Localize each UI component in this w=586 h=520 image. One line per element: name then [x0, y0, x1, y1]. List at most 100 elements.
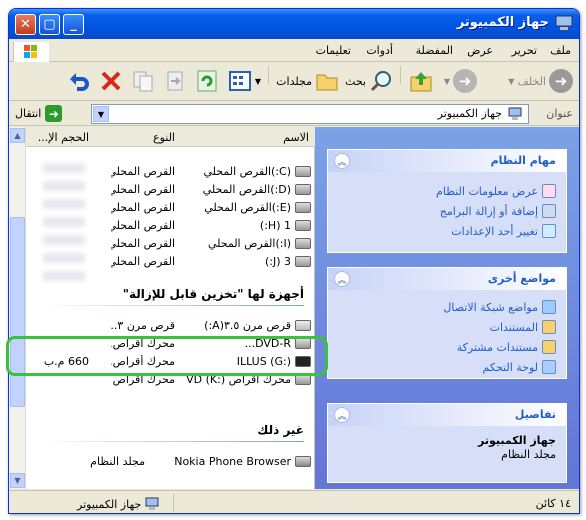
- maximize-button[interactable]: ▢: [39, 14, 60, 35]
- refresh-icon: [197, 70, 217, 92]
- collapse-chevron-icon[interactable]: ︽: [334, 407, 350, 423]
- collapse-chevron-icon[interactable]: ︽: [334, 153, 350, 169]
- move-to-button[interactable]: [163, 69, 187, 93]
- sync-button[interactable]: [195, 69, 219, 93]
- copy-to-button[interactable]: [131, 69, 155, 93]
- system-tasks-panel: مهام النظام ︽ عرض معلومات النظام إضافة أو…: [327, 149, 567, 253]
- folders-button[interactable]: مجلدات: [276, 69, 339, 93]
- add-remove-programs-link[interactable]: إضافة أو إزالة البرامج: [440, 204, 556, 218]
- table-row[interactable]: (D:)القرص المحلي القرص المحلي: [26, 181, 315, 199]
- up-button[interactable]: [409, 69, 433, 93]
- delete-button[interactable]: [99, 69, 123, 93]
- table-row[interactable]: (C:)القرص المحلي القرص المحلي: [26, 163, 315, 181]
- table-row[interactable]: (E:)القرص المحلي القرص المحلي: [26, 199, 315, 217]
- drive-name: 1 (H:): [259, 219, 291, 232]
- folder-icon: [316, 74, 338, 91]
- move-icon: [167, 71, 183, 91]
- menu-file[interactable]: ملف: [550, 44, 571, 57]
- vertical-scrollbar[interactable]: ▲ ▼: [9, 127, 26, 489]
- column-headers: الاسم النوع الحجم الإ...: [26, 127, 315, 147]
- menu-view[interactable]: عرض: [467, 44, 493, 57]
- details-header[interactable]: تفاصيل ︽: [328, 404, 566, 426]
- drive-name: (C:)القرص المحلي: [203, 165, 292, 178]
- view-system-info-link[interactable]: عرض معلومات النظام: [436, 184, 556, 198]
- details-name: جهاز الكمبيوتر: [477, 434, 556, 447]
- drive-name: (E:)القرص المحلي: [204, 201, 291, 214]
- back-arrow-icon: ➜: [549, 69, 573, 93]
- change-setting-link[interactable]: تغيير أحد الإعدادات: [451, 224, 556, 238]
- delete-icon: [101, 71, 121, 91]
- drive-type: القرص المحلي: [111, 255, 175, 268]
- group-divider: [39, 305, 304, 306]
- settings-icon: [542, 224, 556, 238]
- floppy-icon: [295, 320, 311, 331]
- drive-icon: [295, 238, 311, 249]
- drive-name: قرص مرن ٣.٥(A:): [204, 319, 291, 332]
- system-tasks-header[interactable]: مهام النظام ︽: [328, 150, 566, 172]
- collapse-chevron-icon[interactable]: ︽: [334, 271, 350, 287]
- place-label: لوحة التحكم: [482, 360, 538, 374]
- place-label: مستندات مشتركة: [456, 340, 538, 354]
- drive-icon: [295, 220, 311, 231]
- menu-bar: ملف تحرير عرض المفضلة أدوات تعليمات: [9, 40, 579, 62]
- my-documents-link[interactable]: المستندات: [490, 320, 556, 334]
- toolbar: ➜ الخلف ▼ ➜ ▼ بحث مجلدات ▼: [9, 63, 579, 101]
- column-size[interactable]: الحجم الإ...: [38, 131, 89, 144]
- shared-documents-link[interactable]: مستندات مشتركة: [457, 340, 556, 354]
- folder-up-icon: [410, 72, 432, 92]
- group-header-removable: أجهزة لها "تخزين قابل للإزالة": [122, 287, 304, 301]
- table-row[interactable]: Nokia Phone Browser مجلد النظام: [26, 453, 315, 471]
- scroll-up-icon[interactable]: ▲: [10, 128, 25, 143]
- system-info-icon: [542, 184, 556, 198]
- minimize-button[interactable]: _: [63, 14, 84, 35]
- scroll-thumb[interactable]: [10, 217, 25, 407]
- drive-icon: [295, 184, 311, 195]
- menu-tools[interactable]: أدوات: [366, 44, 393, 57]
- drive-type: قرص مرن ٣....: [111, 319, 175, 332]
- highlight-outline: [6, 336, 328, 376]
- place-label: المستندات: [489, 320, 538, 334]
- views-icon: [228, 71, 251, 91]
- drive-type: القرص المحلي: [111, 237, 175, 250]
- undo-button[interactable]: [67, 69, 91, 93]
- drive-icon: [295, 166, 311, 177]
- dropdown-icon: ▼: [443, 76, 450, 86]
- programs-icon: [542, 204, 556, 218]
- phone-browser-icon: [295, 456, 311, 467]
- back-button[interactable]: ➜ الخلف ▼: [508, 69, 573, 93]
- table-row[interactable]: قرص مرن ٣.٥(A:) قرص مرن ٣....: [26, 317, 315, 335]
- folders-label: مجلدات: [276, 74, 312, 88]
- drive-type: القرص المحلي: [111, 201, 175, 214]
- network-places-link[interactable]: مواضع شبكة الاتصال: [443, 300, 556, 314]
- other-places-header[interactable]: مواضع أخرى ︽: [328, 268, 566, 290]
- search-button[interactable]: بحث: [345, 69, 393, 93]
- title-bar: ✕ ▢ _ جهاز الكمبيوتر: [9, 9, 579, 39]
- table-row[interactable]: 3 (J:) القرص المحلي: [26, 253, 315, 271]
- window-title: جهاز الكمبيوتر: [456, 15, 549, 30]
- go-button[interactable]: انتقال ➜: [15, 105, 63, 122]
- column-type[interactable]: النوع: [153, 131, 175, 144]
- drive-name: 3 (J:): [264, 255, 291, 268]
- address-field[interactable]: جهاز الكمبيوتر ▼: [91, 104, 529, 124]
- close-button[interactable]: ✕: [15, 14, 36, 35]
- control-panel-link[interactable]: لوحة التحكم: [483, 360, 556, 374]
- dropdown-icon: ▼: [254, 76, 261, 86]
- forward-button[interactable]: ➜ ▼: [444, 69, 477, 93]
- group-header-other: غير ذلك: [257, 423, 304, 437]
- drive-name: (I:)القرص المحلي: [207, 237, 291, 250]
- status-location-label: جهاز الكمبيوتر: [77, 497, 142, 511]
- system-tasks-title: مهام النظام: [490, 154, 556, 167]
- scroll-down-icon[interactable]: ▼: [10, 473, 25, 488]
- address-dropdown-icon[interactable]: ▼: [93, 106, 109, 122]
- views-button[interactable]: ▼: [228, 69, 261, 93]
- details-description: مجلد النظام: [501, 448, 556, 461]
- status-location: جهاز الكمبيوتر: [77, 497, 159, 511]
- table-row[interactable]: (I:)القرص المحلي القرص المحلي: [26, 235, 315, 253]
- menu-help[interactable]: تعليمات: [316, 44, 351, 57]
- column-name[interactable]: الاسم: [283, 131, 309, 144]
- drive-icon: [295, 256, 311, 267]
- menu-favorites[interactable]: المفضلة: [416, 44, 453, 57]
- other-places-title: مواضع أخرى: [487, 272, 556, 285]
- menu-edit[interactable]: تحرير: [512, 44, 537, 57]
- table-row[interactable]: 1 (H:) القرص المحلي: [26, 217, 315, 235]
